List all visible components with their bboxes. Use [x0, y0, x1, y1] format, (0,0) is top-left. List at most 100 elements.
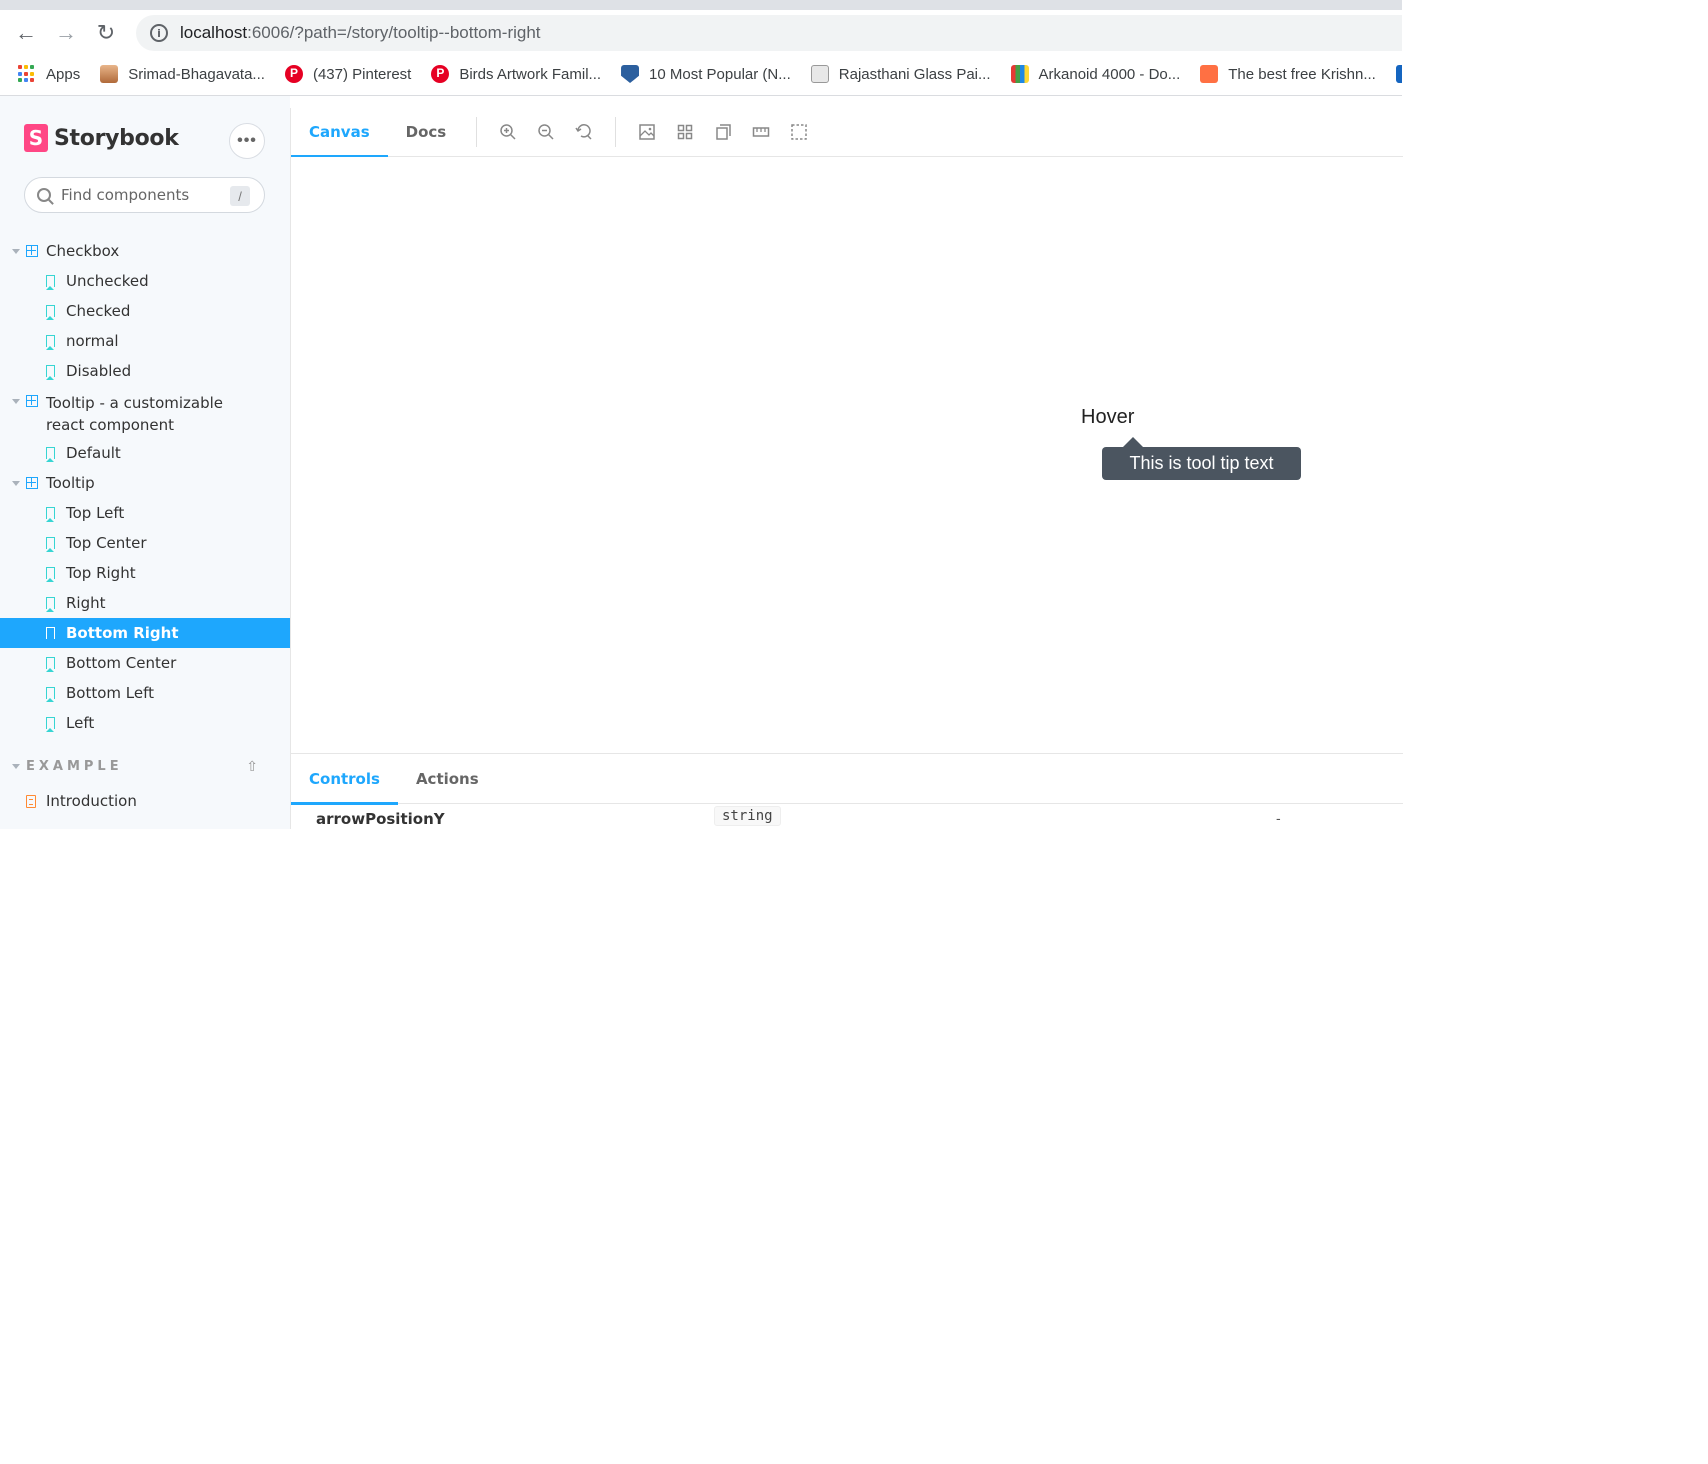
tab-actions[interactable]: Actions: [398, 754, 497, 804]
back-arrow-icon[interactable]: ←: [6, 13, 46, 53]
tree-component-tooltip[interactable]: Tooltip: [0, 468, 290, 498]
storybook-brand[interactable]: S Storybook: [24, 124, 179, 152]
bookmark-item[interactable]: Rajasthani Glass Pai...: [810, 65, 991, 83]
tree-label: Left: [66, 714, 95, 732]
tree-story-normal[interactable]: normal: [0, 326, 290, 356]
reload-icon[interactable]: ↻: [86, 13, 126, 53]
bookmark-item[interactable]: 10 Most Popular (N...: [621, 65, 791, 83]
toolbar: Canvas Docs: [291, 108, 1403, 158]
bookmark-label: Srimad-Bhagavata...: [128, 65, 265, 83]
bookmark-item[interactable]: The best free Krishn...: [1200, 65, 1376, 83]
tree-story-unchecked[interactable]: Unchecked: [0, 266, 290, 296]
tree-label: Unchecked: [66, 272, 149, 290]
bookmark-item[interactable]: Birds Artwork Famil...: [431, 65, 601, 83]
zoom-out-icon[interactable]: [535, 121, 557, 143]
tree-label: Bottom Center: [66, 654, 177, 672]
person-icon: [100, 65, 119, 83]
tree-label: Tooltip - a customizable react component: [46, 394, 224, 434]
caret-down-icon: [12, 763, 20, 769]
zoom-in-icon[interactable]: [497, 121, 519, 143]
collapse-all-icon[interactable]: ⇧: [246, 758, 258, 775]
tree-doc-introduction[interactable]: Introduction: [0, 786, 290, 816]
addon-tabs: Controls Actions: [291, 754, 1403, 805]
viewport-icon[interactable]: [712, 121, 734, 143]
tooltip: This is tool tip text: [1102, 437, 1301, 480]
search-input[interactable]: [61, 186, 221, 204]
apps-grid-icon: [18, 65, 36, 83]
bookmark-label: Apps: [46, 65, 81, 83]
tooltip-arrow: [1123, 437, 1143, 447]
tab-canvas[interactable]: Canvas: [291, 108, 388, 158]
bookmark-icon: [46, 717, 55, 732]
grid-icon[interactable]: [674, 121, 696, 143]
tab-strip: [0, 0, 1402, 10]
section-title: EXAMPLE: [26, 758, 123, 774]
tree-story-top-right[interactable]: Top Right: [0, 558, 290, 588]
tree-component-checkbox[interactable]: Checkbox: [0, 236, 290, 266]
bookmark-apps[interactable]: Apps: [18, 65, 80, 83]
bookmark-item[interactable]: Srimad-Bhagavata...: [100, 65, 265, 83]
tree-label: Right: [66, 594, 106, 612]
tree-label: Bottom Right: [66, 624, 179, 642]
brand-name: Storybook: [54, 125, 179, 151]
tree-label: Default: [66, 444, 121, 462]
tree-label: Tooltip: [46, 474, 95, 492]
bookmark-icon: [46, 365, 55, 380]
outline-icon[interactable]: [788, 121, 810, 143]
addons-panel: Controls Actions arrowPositionY string -: [291, 753, 1403, 829]
bookmark-icon: [46, 275, 55, 290]
bookmarks-bar: Apps Srimad-Bhagavata... (437) Pinterest…: [0, 58, 1402, 90]
control-name: arrowPositionY: [316, 810, 445, 828]
tree-story-top-center[interactable]: Top Center: [0, 528, 290, 558]
tab-docs[interactable]: Docs: [388, 108, 465, 157]
bookmark-item[interactable]: (437) Pinterest: [284, 65, 412, 83]
component-icon: [26, 245, 38, 257]
measure-icon[interactable]: [750, 121, 772, 143]
search-box[interactable]: /: [24, 177, 265, 213]
url-text[interactable]: localhost:6006/?path=/story/tooltip--bot…: [180, 23, 541, 43]
tree-story-bottom-left[interactable]: Bottom Left: [0, 678, 290, 708]
game-icon: [1010, 65, 1029, 83]
component-icon: [26, 477, 38, 489]
bookmark-item[interactable]: Arkanoid 4000 - Do...: [1010, 65, 1181, 83]
bookmark-label: The best free Krishn...: [1228, 65, 1376, 83]
more-options-icon[interactable]: •••: [229, 123, 265, 159]
zoom-reset-icon[interactable]: [573, 121, 595, 143]
bookmark-label: Arkanoid 4000 - Do...: [1038, 65, 1181, 83]
tree-label: Top Center: [66, 534, 147, 552]
tab-controls[interactable]: Controls: [291, 754, 398, 805]
tree-story-checked[interactable]: Checked: [0, 296, 290, 326]
address-bar[interactable]: i localhost:6006/?path=/story/tooltip--b…: [136, 15, 1402, 51]
search-icon: [37, 188, 51, 202]
hover-target[interactable]: Hover: [1081, 406, 1134, 429]
bookmark-item-truncated[interactable]: [1395, 65, 1402, 83]
url-path: :6006/?path=/story/tooltip--bottom-right: [247, 23, 541, 42]
bookmark-icon: [46, 507, 55, 522]
tree-story-top-left[interactable]: Top Left: [0, 498, 290, 528]
tree-label: Disabled: [66, 362, 132, 380]
bookmark-icon: [46, 567, 55, 582]
search-icon: [810, 65, 829, 83]
forward-arrow-icon[interactable]: →: [46, 13, 86, 53]
bookmark-icon: [46, 687, 55, 702]
tree-story-bottom-center[interactable]: Bottom Center: [0, 648, 290, 678]
tree-story-right[interactable]: Right: [0, 588, 290, 618]
bookmark-icon: [46, 627, 55, 642]
tree-story-bottom-right[interactable]: Bottom Right: [0, 618, 290, 648]
tree-story-default[interactable]: Default: [0, 438, 290, 468]
bookmark-label: (437) Pinterest: [312, 65, 412, 83]
section-example[interactable]: EXAMPLE ⇧: [0, 746, 290, 786]
caret-down-icon: [12, 480, 20, 486]
background-icon[interactable]: [636, 121, 658, 143]
tree-component-tooltip-customizable[interactable]: Tooltip - a customizable react component: [0, 386, 290, 438]
tree-story-left[interactable]: Left: [0, 708, 290, 738]
tree-label: Top Right: [66, 564, 136, 582]
bookmark-icon: [46, 305, 55, 320]
bookmark-icon: [46, 335, 55, 350]
caret-down-icon: [12, 248, 20, 254]
navigation-bar: ← → ↻ i localhost:6006/?path=/story/tool…: [0, 10, 1402, 56]
info-icon[interactable]: i: [150, 24, 168, 42]
tree-story-disabled[interactable]: Disabled: [0, 356, 290, 386]
bookmark-favicon-icon: [1395, 65, 1402, 83]
tree-label: Top Left: [66, 504, 125, 522]
